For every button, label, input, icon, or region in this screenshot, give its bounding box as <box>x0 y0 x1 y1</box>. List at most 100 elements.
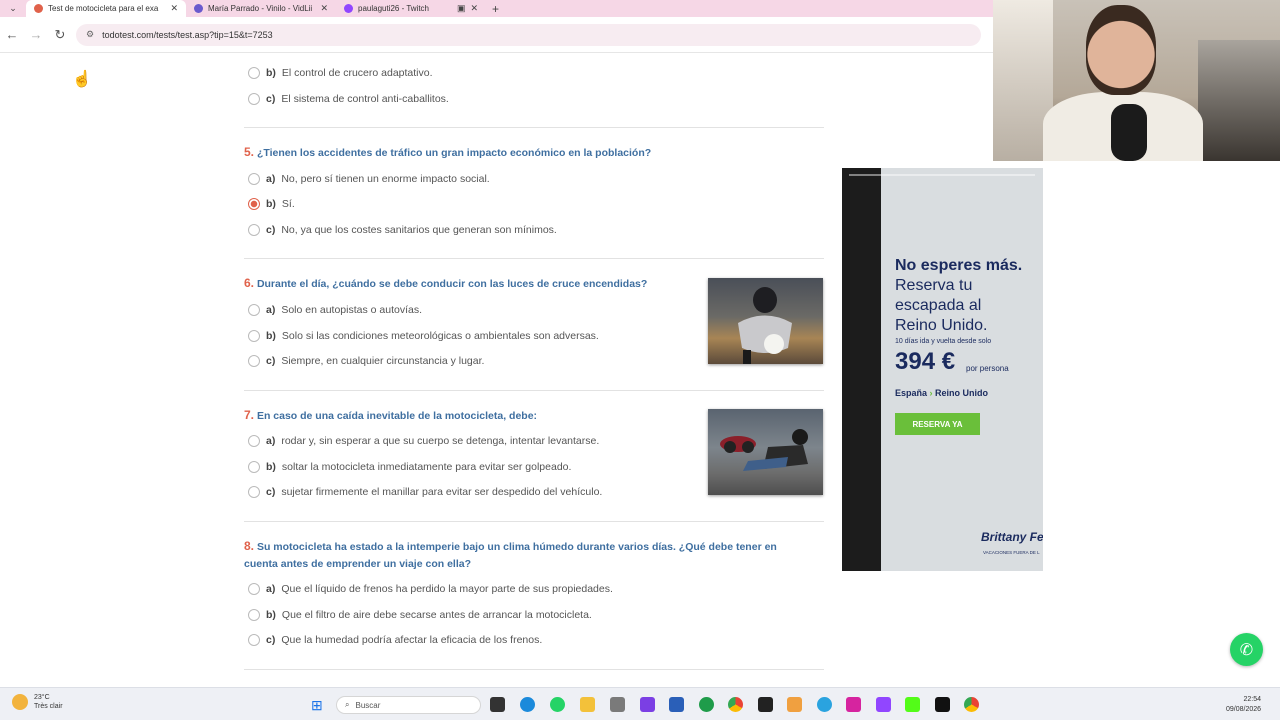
weather-sun-icon <box>12 694 28 710</box>
radio-button[interactable] <box>248 93 260 105</box>
travel-advertisement[interactable]: No esperes más. Reserva tu escapada al R… <box>842 168 1043 571</box>
close-tab-icon[interactable]: ✕ <box>470 3 478 14</box>
option-letter: a) <box>266 435 276 447</box>
reserve-button[interactable]: RESERVA YA <box>895 413 980 435</box>
forward-icon[interactable]: → <box>24 27 48 42</box>
divider <box>244 390 824 391</box>
radio-button[interactable] <box>248 67 260 79</box>
task-view-icon[interactable] <box>490 697 505 712</box>
option-letter: c) <box>266 355 276 367</box>
option-6b[interactable]: b) Solo si las condiciones meteorológica… <box>248 330 599 342</box>
close-tab-icon[interactable]: ✕ <box>320 3 328 14</box>
site-info-icon[interactable]: ⚙ <box>86 29 94 40</box>
weather-widget[interactable]: 23°C Très clair <box>12 693 63 711</box>
question-text: ¿Tienen los accidentes de tráfico un gra… <box>256 147 652 159</box>
folder-icon[interactable] <box>580 697 595 712</box>
radio-button[interactable] <box>248 355 260 367</box>
tiktok-icon[interactable] <box>935 697 950 712</box>
option-text: No, pero sí tienen un enorme impacto soc… <box>281 173 490 185</box>
taskbar-search[interactable]: ⌕ Buscar <box>336 696 481 714</box>
kick-icon[interactable] <box>905 697 920 712</box>
option-prev-b[interactable]: b) El control de crucero adaptativo. <box>248 67 433 79</box>
tab-media-icon[interactable]: ▣ <box>457 3 466 14</box>
url-field[interactable]: ⚙ todotest.com/tests/test.asp?tip=15&t=7… <box>76 23 981 46</box>
tab-search-icon[interactable]: ⌄ <box>0 0 26 17</box>
option-6c[interactable]: c) Siempre, en cualquier circunstancia y… <box>248 355 484 367</box>
ad-headline-line: Reino Unido. <box>895 317 988 334</box>
radio-button[interactable] <box>248 224 260 236</box>
option-6a[interactable]: a) Solo en autopistas o autovías. <box>248 304 422 316</box>
option-letter: c) <box>266 486 276 498</box>
whatsapp-button[interactable]: ✆ <box>1230 633 1263 666</box>
radio-button[interactable] <box>248 486 260 498</box>
option-7a[interactable]: a) rodar y, sin esperar a que su cuerpo … <box>248 435 599 447</box>
option-5b[interactable]: b) Sí. <box>248 198 295 210</box>
close-tab-icon[interactable]: ✕ <box>170 3 178 14</box>
option-8a[interactable]: a) Que el líquido de frenos ha perdido l… <box>248 583 613 595</box>
radio-button[interactable] <box>248 435 260 447</box>
webcam-background-right <box>1198 40 1280 161</box>
chrome-icon[interactable] <box>964 697 979 712</box>
tab-active[interactable]: Test de motocicleta para el exa ✕ <box>26 0 186 17</box>
system-clock[interactable]: 22:54 09/08/2026 <box>1226 695 1261 715</box>
whatsapp-icon[interactable] <box>550 697 565 712</box>
back-icon[interactable]: ← <box>0 27 24 42</box>
ad-price-suffix: por persona <box>966 364 1009 373</box>
radio-button[interactable] <box>248 330 260 342</box>
option-text: Que el filtro de aire debe secarse antes… <box>281 609 592 621</box>
option-7b[interactable]: b) soltar la motocicleta inmediatamente … <box>248 461 571 473</box>
radio-button[interactable] <box>248 583 260 595</box>
radio-button-selected[interactable] <box>248 198 260 210</box>
question-number: 7. <box>244 408 255 422</box>
option-text: El control de crucero adaptativo. <box>281 67 433 79</box>
whatsapp-icon: ✆ <box>1239 641 1254 659</box>
store-icon[interactable] <box>669 697 684 712</box>
tab-vidlii[interactable]: María Parrado - Vinilo - VidLii ✕ <box>186 0 336 17</box>
question-6: 6. Durante el día, ¿cuándo se debe condu… <box>244 275 694 293</box>
tab-twitch[interactable]: paulaguti26 - Twitch ▣ ✕ <box>336 0 486 17</box>
question-text: Su motocicleta ha estado a la intemperie… <box>244 541 777 570</box>
option-8c[interactable]: c) Que la humedad podría afectar la efic… <box>248 634 542 646</box>
tab-title: Test de motocicleta para el exa <box>48 4 159 13</box>
media-icon[interactable] <box>640 697 655 712</box>
taskbar: 23°C Très clair ⊞ ⌕ Buscar 22:54 09/08/2… <box>0 687 1280 720</box>
option-prev-c[interactable]: c) El sistema de control anti-caballitos… <box>248 93 449 105</box>
reload-icon[interactable]: ↻ <box>48 27 72 43</box>
instagram-icon[interactable] <box>846 697 861 712</box>
option-letter: b) <box>266 609 276 621</box>
option-5c[interactable]: c) No, ya que los costes sanitarios que … <box>248 224 557 236</box>
option-5a[interactable]: a) No, pero sí tienen un enorme impacto … <box>248 173 490 185</box>
option-text: Que la humedad podría afectar la eficaci… <box>281 634 543 646</box>
twitch-icon[interactable] <box>876 697 891 712</box>
clock-time: 22:54 <box>1243 696 1262 703</box>
app-icon[interactable] <box>758 697 773 712</box>
radio-button[interactable] <box>248 304 260 316</box>
windows-start-icon[interactable]: ⊞ <box>311 697 323 714</box>
app-icon[interactable] <box>610 697 625 712</box>
telegram-icon[interactable] <box>817 697 832 712</box>
new-tab-icon[interactable]: + <box>492 2 499 16</box>
url-text: todotest.com/tests/test.asp?tip=15&t=725… <box>102 29 273 40</box>
motorcycle-headlight-image <box>708 278 823 364</box>
option-8b[interactable]: b) Que el filtro de aire debe secarse an… <box>248 609 592 621</box>
ad-headline-bold: No esperes más. <box>895 257 1023 274</box>
search-icon: ⌕ <box>345 700 350 709</box>
radio-button[interactable] <box>248 461 260 473</box>
edge-icon[interactable] <box>520 697 535 712</box>
radio-button[interactable] <box>248 634 260 646</box>
option-text: rodar y, sin esperar a que su cuerpo se … <box>281 435 600 447</box>
option-7c[interactable]: c) sujetar firmemente el manillar para e… <box>248 486 602 498</box>
twitch-favicon-icon <box>344 4 353 13</box>
search-placeholder: Buscar <box>355 700 381 710</box>
option-text: Que el líquido de frenos ha perdido la m… <box>281 583 613 595</box>
option-letter: b) <box>266 330 276 342</box>
xbox-icon[interactable] <box>699 697 714 712</box>
option-text: soltar la motocicleta inmediatamente par… <box>281 461 572 473</box>
rtve-icon[interactable] <box>787 697 802 712</box>
clock-date: 09/08/2026 <box>1226 706 1262 713</box>
ad-route-from: España <box>895 388 928 398</box>
radio-button[interactable] <box>248 609 260 621</box>
chrome-icon[interactable] <box>728 697 743 712</box>
radio-button[interactable] <box>248 173 260 185</box>
option-letter: b) <box>266 461 276 473</box>
